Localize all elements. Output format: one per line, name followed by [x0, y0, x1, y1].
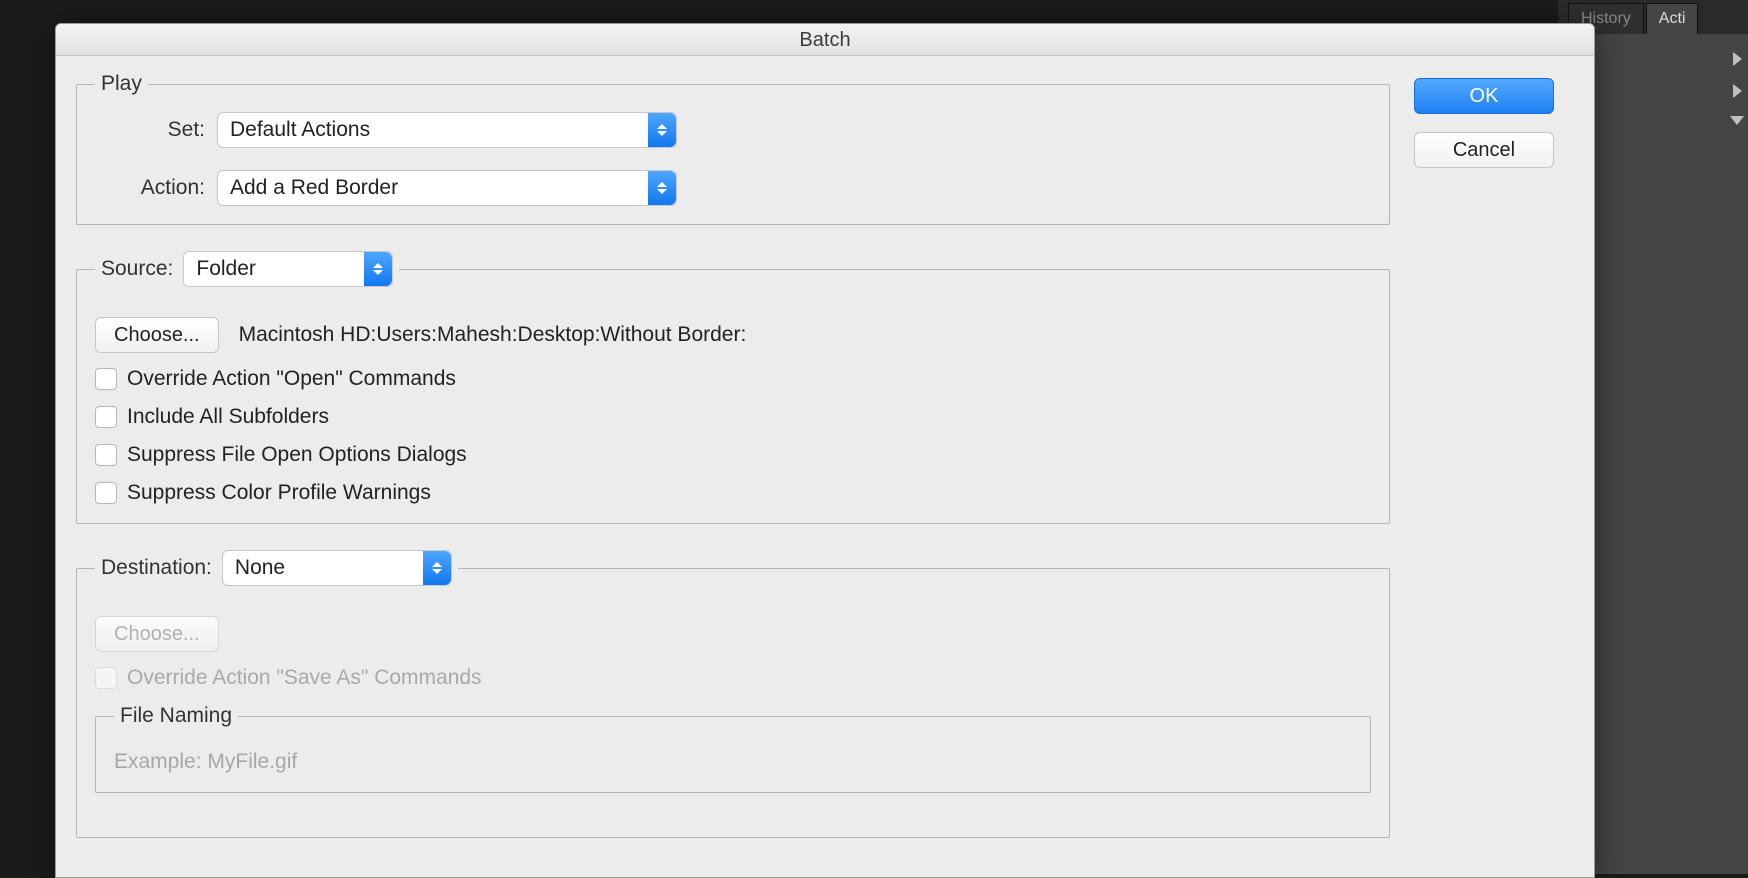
override-saveas-checkbox — [95, 667, 117, 689]
destination-value: None — [235, 556, 285, 580]
source-legend: Source: — [101, 257, 173, 281]
override-open-row[interactable]: Override Action "Open" Commands — [95, 367, 1371, 391]
set-select[interactable]: Default Actions — [217, 112, 677, 148]
set-label: Set: — [95, 118, 205, 142]
chevron-updown-icon — [648, 171, 676, 205]
include-subfolders-checkbox[interactable] — [95, 406, 117, 428]
source-select[interactable]: Folder — [183, 251, 393, 287]
suppress-open-dialogs-checkbox[interactable] — [95, 444, 117, 466]
flyout-arrow-icon[interactable] — [1733, 84, 1742, 98]
example-label: Example: — [114, 750, 202, 773]
ok-button[interactable]: OK — [1414, 78, 1554, 114]
suppress-open-dialogs-label: Suppress File Open Options Dialogs — [127, 443, 467, 467]
action-value: Add a Red Border — [230, 176, 398, 200]
include-subfolders-label: Include All Subfolders — [127, 405, 329, 429]
source-group: Source: Folder Choose... Macintosh HD:Us… — [76, 251, 1390, 524]
flyout-dropdown-icon[interactable] — [1730, 116, 1744, 125]
include-subfolders-row[interactable]: Include All Subfolders — [95, 405, 1371, 429]
destination-legend: Destination: — [101, 556, 212, 580]
cancel-button[interactable]: Cancel — [1414, 132, 1554, 168]
override-open-label: Override Action "Open" Commands — [127, 367, 456, 391]
destination-select[interactable]: None — [222, 550, 452, 586]
flyout-arrow-icon[interactable] — [1733, 52, 1742, 66]
suppress-open-dialogs-row[interactable]: Suppress File Open Options Dialogs — [95, 443, 1371, 467]
dialog-title: Batch — [56, 24, 1594, 56]
batch-dialog: Batch Play Set: Default Actions Action: … — [55, 23, 1595, 878]
play-group: Play Set: Default Actions Action: Add a … — [76, 72, 1390, 225]
override-open-checkbox[interactable] — [95, 368, 117, 390]
destination-choose-button: Choose... — [95, 616, 219, 652]
source-path: Macintosh HD:Users:Mahesh:Desktop:Withou… — [239, 323, 747, 347]
source-choose-button[interactable]: Choose... — [95, 317, 219, 353]
chevron-updown-icon — [423, 551, 451, 585]
action-label: Action: — [95, 176, 205, 200]
play-legend: Play — [95, 72, 148, 96]
tab-actions[interactable]: Acti — [1646, 3, 1699, 34]
suppress-color-profile-checkbox[interactable] — [95, 482, 117, 504]
chevron-updown-icon — [648, 113, 676, 147]
chevron-updown-icon — [364, 252, 392, 286]
example-value: MyFile.gif — [207, 750, 297, 773]
action-select[interactable]: Add a Red Border — [217, 170, 677, 206]
set-value: Default Actions — [230, 118, 370, 142]
suppress-color-profile-row[interactable]: Suppress Color Profile Warnings — [95, 481, 1371, 505]
source-value: Folder — [196, 257, 256, 281]
file-naming-group: File Naming Example: MyFile.gif — [95, 704, 1371, 793]
override-saveas-row: Override Action "Save As" Commands — [95, 666, 1371, 690]
override-saveas-label: Override Action "Save As" Commands — [127, 666, 482, 690]
suppress-color-profile-label: Suppress Color Profile Warnings — [127, 481, 431, 505]
destination-group: Destination: None Choose... Override Act… — [76, 550, 1390, 838]
file-naming-legend: File Naming — [114, 704, 238, 728]
